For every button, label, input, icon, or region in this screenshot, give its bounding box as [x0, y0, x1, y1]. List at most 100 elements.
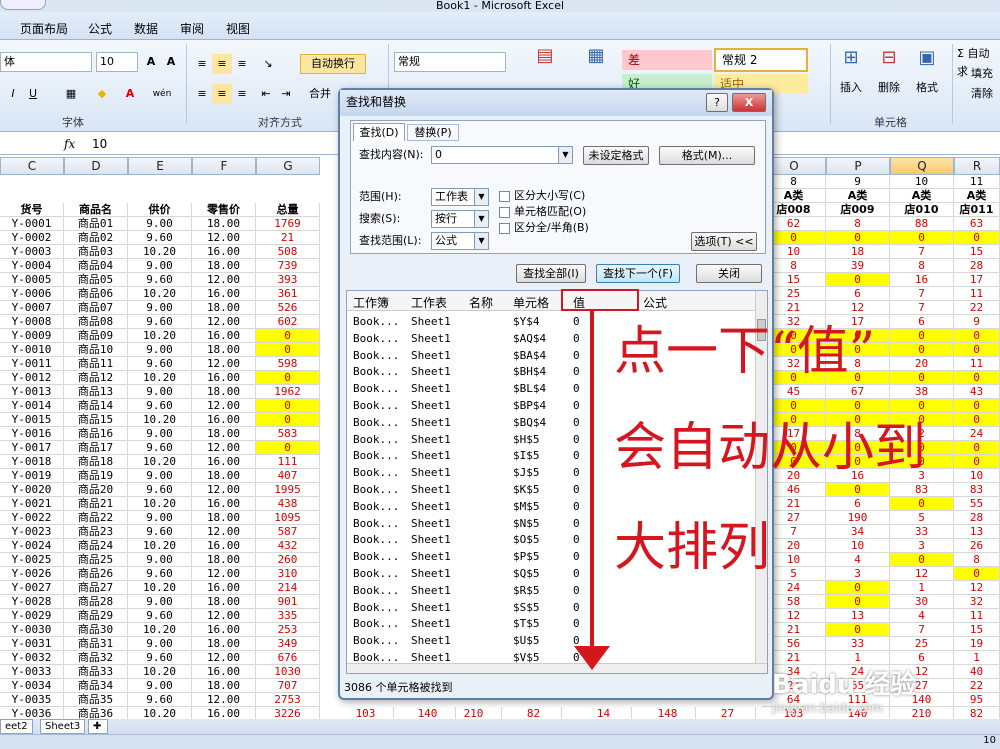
- align-top-icon[interactable]: ≡: [192, 54, 212, 74]
- table-cell[interactable]: 10.20: [128, 623, 192, 637]
- borders-icon[interactable]: ▦: [58, 84, 84, 104]
- column-title-cell[interactable]: 供价: [128, 203, 192, 217]
- table-cell[interactable]: 6: [826, 287, 890, 301]
- table-cell[interactable]: Y-0010: [0, 343, 64, 357]
- table-cell[interactable]: 19: [954, 637, 1000, 651]
- table-cell[interactable]: 0: [256, 441, 320, 455]
- table-cell[interactable]: 438: [256, 497, 320, 511]
- table-cell[interactable]: 12: [954, 581, 1000, 595]
- table-cell[interactable]: 12.00: [192, 651, 256, 665]
- sheet-tab-2[interactable]: eet2: [0, 719, 33, 734]
- table-cell[interactable]: 16: [890, 273, 954, 287]
- table-cell[interactable]: 11: [954, 357, 1000, 371]
- result-row[interactable]: Book... Sheet1 $T$5 0: [347, 615, 757, 632]
- table-cell[interactable]: 0: [826, 273, 890, 287]
- menu-data[interactable]: 数据: [134, 20, 158, 37]
- table-cell[interactable]: 587: [256, 525, 320, 539]
- table-cell[interactable]: 商品02: [64, 231, 128, 245]
- table-cell[interactable]: Y-0020: [0, 483, 64, 497]
- table-cell[interactable]: Y-0023: [0, 525, 64, 539]
- table-cell[interactable]: 676: [256, 651, 320, 665]
- table-cell[interactable]: 商品20: [64, 483, 128, 497]
- table-cell[interactable]: 10.20: [128, 539, 192, 553]
- dialog-close-icon[interactable]: X: [732, 93, 766, 112]
- table-cell[interactable]: Y-0003: [0, 245, 64, 259]
- column-header-d[interactable]: D: [64, 157, 128, 175]
- table-cell[interactable]: 602: [256, 315, 320, 329]
- table-cell[interactable]: 9.60: [128, 483, 192, 497]
- table-cell[interactable]: 商品19: [64, 469, 128, 483]
- table-cell[interactable]: 0: [826, 581, 890, 595]
- table-cell[interactable]: 8: [826, 217, 890, 231]
- table-cell[interactable]: 9.00: [128, 343, 192, 357]
- column-title-cell[interactable]: 商品名: [64, 203, 128, 217]
- align-left-icon[interactable]: ≡: [192, 84, 212, 104]
- cell[interactable]: 店011: [954, 203, 1000, 217]
- table-cell[interactable]: 0: [954, 567, 1000, 581]
- autosum-button[interactable]: Σ 自动求: [956, 44, 1000, 78]
- table-cell[interactable]: 9.60: [128, 357, 192, 371]
- table-cell[interactable]: 9.00: [128, 511, 192, 525]
- table-cell[interactable]: 12.00: [192, 315, 256, 329]
- table-cell[interactable]: 商品32: [64, 651, 128, 665]
- table-cell[interactable]: 9.60: [128, 315, 192, 329]
- table-cell[interactable]: 16.00: [192, 413, 256, 427]
- table-cell[interactable]: 0: [890, 329, 954, 343]
- col-cell[interactable]: 单元格: [513, 294, 549, 311]
- table-cell[interactable]: 商品36: [64, 707, 128, 719]
- table-cell[interactable]: 商品07: [64, 301, 128, 315]
- table-cell[interactable]: 0: [890, 343, 954, 357]
- table-cell[interactable]: 1995: [256, 483, 320, 497]
- table-cell[interactable]: 9.00: [128, 301, 192, 315]
- table-cell[interactable]: 9.60: [128, 273, 192, 287]
- new-sheet-icon[interactable]: ✚: [88, 719, 108, 734]
- table-cell[interactable]: 15: [954, 623, 1000, 637]
- look-in-select[interactable]: 公式 ▼: [431, 232, 489, 250]
- table-cell[interactable]: 商品33: [64, 665, 128, 679]
- table-cell[interactable]: 9.00: [128, 553, 192, 567]
- table-cell[interactable]: 67: [826, 385, 890, 399]
- col-workbook[interactable]: 工作簿: [353, 294, 389, 311]
- fill-button[interactable]: 填充: [956, 64, 1000, 84]
- table-cell[interactable]: 7: [890, 287, 954, 301]
- table-cell[interactable]: 商品29: [64, 609, 128, 623]
- table-cell[interactable]: 商品14: [64, 399, 128, 413]
- table-cell[interactable]: 4: [826, 553, 890, 567]
- table-cell[interactable]: 3226: [256, 707, 320, 719]
- column-header-c[interactable]: C: [0, 157, 64, 175]
- table-cell[interactable]: 7: [890, 623, 954, 637]
- fill-color-icon[interactable]: ◆: [90, 84, 114, 104]
- table-cell[interactable]: 商品10: [64, 343, 128, 357]
- format-cells-icon[interactable]: ▣: [912, 48, 942, 68]
- column-header-r[interactable]: R: [954, 157, 1000, 175]
- table-cell[interactable]: 0: [954, 343, 1000, 357]
- insert-cells-icon[interactable]: ⊞: [836, 48, 866, 68]
- table-cell[interactable]: Y-0022: [0, 511, 64, 525]
- table-cell[interactable]: 111: [256, 455, 320, 469]
- table-cell[interactable]: 8: [954, 553, 1000, 567]
- table-cell[interactable]: 26: [954, 539, 1000, 553]
- table-cell[interactable]: 商品17: [64, 441, 128, 455]
- table-cell[interactable]: 商品24: [64, 539, 128, 553]
- column-header-f[interactable]: F: [192, 157, 256, 175]
- wrap-text-button[interactable]: 自动换行: [300, 54, 366, 74]
- table-cell[interactable]: 16.00: [192, 623, 256, 637]
- table-cell[interactable]: 30: [890, 595, 954, 609]
- table-cell[interactable]: 16.00: [192, 329, 256, 343]
- table-cell[interactable]: 11: [954, 609, 1000, 623]
- cell[interactable]: 店009: [826, 203, 890, 217]
- table-cell[interactable]: 16.00: [192, 371, 256, 385]
- table-cell[interactable]: 18.00: [192, 217, 256, 231]
- table-cell[interactable]: Y-0027: [0, 581, 64, 595]
- result-row[interactable]: Book... Sheet1 $BL$4 0: [347, 380, 757, 397]
- table-cell[interactable]: 210: [446, 707, 502, 719]
- cell[interactable]: 10: [890, 175, 954, 189]
- table-cell[interactable]: 0: [826, 231, 890, 245]
- table-cell[interactable]: 16.00: [192, 581, 256, 595]
- table-cell[interactable]: 商品31: [64, 637, 128, 651]
- table-cell[interactable]: 0: [890, 553, 954, 567]
- match-cell-checkbox[interactable]: [499, 207, 510, 218]
- chevron-down-icon[interactable]: ▼: [474, 189, 488, 205]
- table-cell[interactable]: 商品21: [64, 497, 128, 511]
- cell[interactable]: A类: [890, 189, 954, 203]
